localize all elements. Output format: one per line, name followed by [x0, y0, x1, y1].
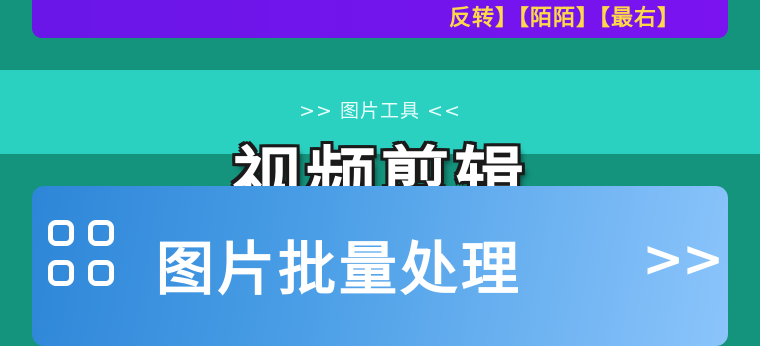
top-card-text: 反转】【陌陌】【最右】: [448, 6, 680, 31]
tool-card-label: 图片批量处理: [156, 235, 523, 303]
grid-icon: [48, 220, 126, 298]
grid-icon-cell: [88, 260, 114, 286]
section-subtitle: >> 图片工具 <<: [299, 100, 461, 122]
chevron-right-icon[interactable]: >>: [642, 230, 724, 288]
top-feature-card[interactable]: 反转】【陌陌】【最右】: [32, 0, 728, 38]
image-batch-tool-card[interactable]: 图片批量处理 >>: [32, 186, 728, 346]
grid-icon-cell: [48, 220, 74, 246]
grid-icon-cell: [88, 220, 114, 246]
grid-icon-cell: [48, 260, 74, 286]
